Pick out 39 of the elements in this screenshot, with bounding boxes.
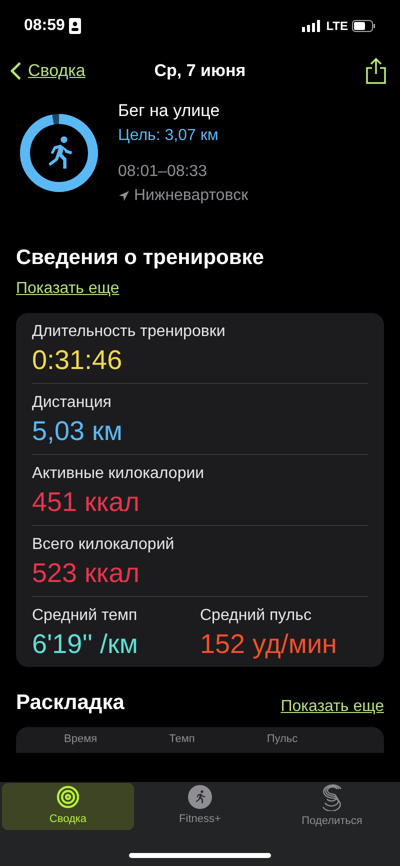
workout-goal: Цель: 3,07 км: [118, 126, 220, 146]
tab-item[interactable]: Сводка: [2, 783, 134, 830]
s-logo-icon: [320, 783, 344, 812]
metric-value: 5,03 км: [32, 415, 124, 447]
rings-icon: [56, 785, 80, 810]
metric-label: Длительность тренировки: [32, 322, 226, 342]
metric-label: Всего килокалорий: [32, 535, 176, 555]
metric-label: Активные килокалории: [32, 464, 206, 484]
location-arrow-icon: [118, 190, 130, 202]
column-header: Время: [64, 732, 98, 748]
share-icon: [364, 57, 388, 85]
section-title: Раскладка: [16, 690, 124, 716]
page-title: Ср, 7 июня: [154, 60, 246, 82]
metric-value: 6'19'' /км: [32, 628, 139, 660]
back-chevron-icon: [8, 61, 24, 81]
metric-value: 451 ккал: [32, 486, 141, 518]
metric-value: 523 ккал: [32, 557, 141, 589]
runner-icon: [188, 785, 212, 810]
tab-item[interactable]: Поделиться: [266, 783, 398, 830]
metric-label: Средний пульс: [200, 606, 312, 626]
metric-value: 152 уд/мин: [200, 628, 338, 660]
metric-label: Средний темп: [32, 606, 138, 626]
network-label: LTE: [326, 18, 348, 35]
status-time: 08:59: [24, 16, 65, 36]
section-title: Сведения о тренировке: [15, 244, 265, 270]
metric-label: Дистанция: [32, 393, 112, 413]
back-button[interactable]: Сводка: [8, 58, 86, 84]
show-more-link[interactable]: Показать еще: [16, 277, 120, 301]
workout-location: Нижневартовск: [134, 186, 248, 206]
show-more-link[interactable]: Показать еще: [280, 694, 384, 718]
workout-name: Бег на улице: [118, 100, 221, 122]
tab-item[interactable]: Fitness+: [134, 783, 266, 830]
signal-icon: [302, 20, 322, 32]
workout-time: 08:01–08:33: [118, 162, 208, 182]
metric-value: 0:31:46: [32, 344, 124, 376]
contact-card-icon: [68, 18, 81, 34]
column-header: Темп: [169, 732, 195, 748]
battery-icon: [352, 20, 376, 32]
column-header: Пульс: [266, 732, 298, 748]
